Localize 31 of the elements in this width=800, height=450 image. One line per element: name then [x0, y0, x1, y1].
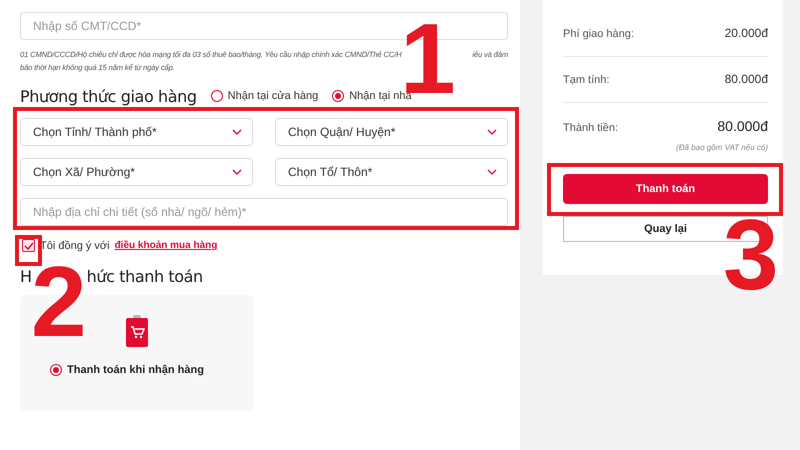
chevron-icon: [487, 169, 497, 175]
vat-note: (Đã bao gồm VAT nếu có): [675, 143, 768, 152]
section-title: Phương thức giao hàng: [20, 86, 197, 106]
radio-button[interactable]: [50, 364, 62, 376]
radio-label[interactable]: Thanh toán khi nhận hàng: [67, 364, 204, 376]
chevron-icon: [232, 169, 242, 175]
pay-button[interactable]: Thanh toán: [563, 174, 768, 204]
clipboard-cart-icon: [126, 315, 148, 347]
summary-value: 20.000đ: [724, 26, 768, 40]
radio-button[interactable]: [210, 90, 223, 102]
section-title: hức thanh toán: [86, 267, 203, 286]
summary-label: Tạm tính:: [563, 74, 610, 86]
dropdown[interactable]: Chọn Tỉnh/ Thành phố*: [20, 118, 253, 146]
checkbox[interactable]: [22, 239, 35, 252]
terms-link[interactable]: điều khoản mua hàng: [114, 240, 218, 251]
dropdown[interactable]: Chọn Quận/ Huyện*: [275, 118, 508, 146]
highlight-frame: [15, 235, 42, 266]
dropdown[interactable]: Chọn Tổ/ Thôn*: [275, 158, 508, 186]
summary-label: Phí giao hàng:: [563, 28, 634, 40]
chevron-icon: [487, 129, 497, 135]
summary-value: 80.000đ: [724, 72, 768, 86]
address-field[interactable]: Nhập địa chỉ chi tiết (số nhà/ ngõ/ hẻm)*: [20, 198, 508, 226]
radio-label[interactable]: Nhận tại cửa hàng: [228, 90, 318, 102]
summary-label: Thành tiền:: [563, 122, 618, 134]
dropdown[interactable]: Chọn Xã/ Phường*: [20, 158, 253, 186]
total-value: 80.000đ: [717, 118, 768, 134]
chevron-icon: [232, 129, 242, 135]
radio-button[interactable]: [332, 90, 344, 102]
terms-text: Tôi đồng ý với: [40, 240, 110, 252]
checkmark-icon: [24, 242, 34, 250]
section-title: H: [20, 267, 32, 286]
